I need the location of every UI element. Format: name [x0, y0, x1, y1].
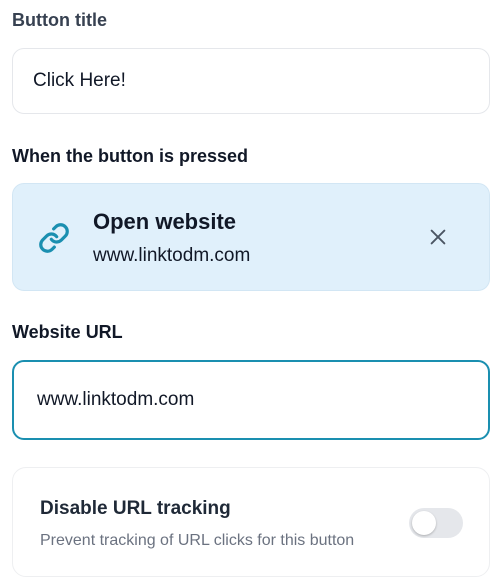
press-action-label: When the button is pressed — [12, 146, 249, 166]
button-title-input[interactable] — [12, 48, 490, 114]
action-title: Open website — [93, 209, 237, 234]
url-tracking-toggle[interactable] — [409, 508, 463, 538]
url-tracking-title: Disable URL tracking — [40, 498, 231, 519]
url-tracking-description: Prevent tracking of URL clicks for this … — [40, 532, 355, 549]
open-website-action-card[interactable]: Open website www.linktodm.com — [12, 183, 490, 291]
website-url-input[interactable] — [12, 360, 490, 440]
link-icon — [39, 223, 69, 253]
button-title-label: Button title — [12, 10, 107, 30]
website-url-label: Website URL — [12, 322, 123, 342]
close-icon[interactable] — [427, 226, 449, 248]
action-subtitle: www.linktodm.com — [93, 245, 251, 266]
url-tracking-setting: Disable URL tracking Prevent tracking of… — [12, 467, 490, 577]
toggle-knob — [412, 511, 436, 535]
